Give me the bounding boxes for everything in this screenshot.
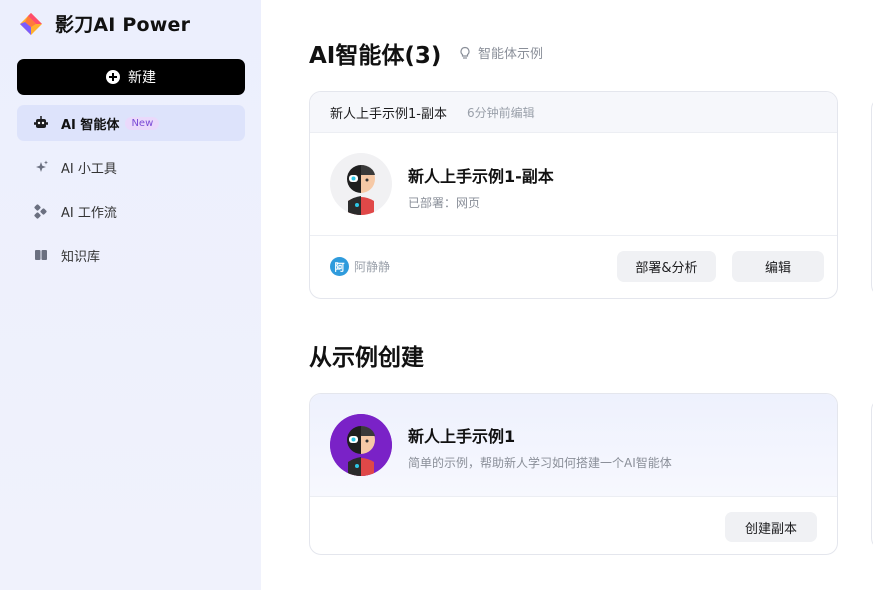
- main-content: AI智能体(3) 智能体示例 新人上手示例1-副本 6分钟前编辑 新人上手示例1…: [261, 0, 873, 590]
- example-link-label: 智能体示例: [478, 47, 544, 62]
- workflow-icon: [33, 203, 49, 219]
- agent-card-footer: 阿 阿静静 部署&分析 编辑: [310, 236, 837, 298]
- owner: 阿 阿静静: [330, 257, 390, 276]
- new-badge: New: [125, 116, 160, 130]
- example-card-footer: 创建副本: [310, 497, 837, 554]
- example-card[interactable]: 新人上手示例1 简单的示例，帮助新人学习如何搭建一个AI智能体 创建副本: [309, 393, 838, 555]
- agent-card-header: 新人上手示例1-副本 6分钟前编辑: [310, 92, 837, 133]
- agent-avatar: [330, 153, 392, 215]
- book-icon: [33, 247, 49, 263]
- robot-human-avatar-icon: [330, 414, 392, 476]
- agent-card[interactable]: 新人上手示例1-副本 6分钟前编辑 新人上手示例1-副本 已部署：网页 阿 阿静…: [309, 91, 838, 299]
- example-description: 简单的示例，帮助新人学习如何搭建一个AI智能体: [408, 456, 672, 470]
- new-button[interactable]: 新建: [17, 59, 245, 95]
- deploy-status: 已部署：网页: [408, 196, 481, 210]
- sidebar-item-label: AI 工作流: [61, 205, 117, 221]
- sidebar: 影刀AI Power 新建 AI 智能体 New AI 小工具 AI 工作流 知…: [0, 0, 261, 590]
- robot-human-avatar-icon: [330, 153, 392, 215]
- edit-button[interactable]: 编辑: [732, 251, 824, 282]
- agents-title: AI智能体(3): [309, 43, 442, 69]
- sidebar-item-knowledge-base[interactable]: 知识库: [17, 237, 245, 273]
- agent-card-body: 新人上手示例1-副本 已部署：网页: [310, 133, 837, 236]
- new-button-label: 新建: [128, 70, 156, 86]
- sidebar-item-label: AI 智能体: [61, 117, 120, 133]
- sidebar-item-ai-agents[interactable]: AI 智能体 New: [17, 105, 245, 141]
- sidebar-item-label: 知识库: [61, 249, 101, 265]
- lightbulb-icon: [460, 46, 470, 59]
- sidebar-item-ai-workflow[interactable]: AI 工作流: [17, 193, 245, 229]
- brand-name: 影刀AI Power: [55, 14, 191, 36]
- app-window: 影刀AI Power 新建 AI 智能体 New AI 小工具 AI 工作流 知…: [0, 0, 873, 590]
- examples-title: 从示例创建: [309, 345, 424, 371]
- agent-name: 新人上手示例1-副本: [408, 167, 554, 186]
- edited-time: 6分钟前编辑: [466, 105, 535, 120]
- owner-avatar: 阿: [330, 257, 349, 276]
- sidebar-item-ai-tools[interactable]: AI 小工具: [17, 149, 245, 185]
- brand[interactable]: 影刀AI Power: [19, 10, 190, 37]
- robot-icon: [33, 115, 49, 131]
- sidebar-nav: AI 智能体 New AI 小工具 AI 工作流 知识库: [17, 105, 245, 281]
- owner-name: 阿静静: [354, 260, 391, 274]
- example-card-body: 新人上手示例1 简单的示例，帮助新人学习如何搭建一个AI智能体: [310, 394, 837, 497]
- brand-logo-icon: [20, 12, 42, 35]
- example-avatar: [330, 414, 392, 476]
- agent-card-header-name: 新人上手示例1-副本: [330, 106, 447, 122]
- sidebar-item-label: AI 小工具: [61, 161, 117, 177]
- create-copy-button[interactable]: 创建副本: [725, 512, 817, 542]
- sparkle-icon: [33, 159, 49, 175]
- plus-circle-icon: [106, 70, 120, 84]
- deploy-analyze-button[interactable]: 部署&分析: [617, 251, 716, 282]
- example-link[interactable]: 智能体示例: [458, 43, 543, 62]
- example-name: 新人上手示例1: [408, 427, 516, 446]
